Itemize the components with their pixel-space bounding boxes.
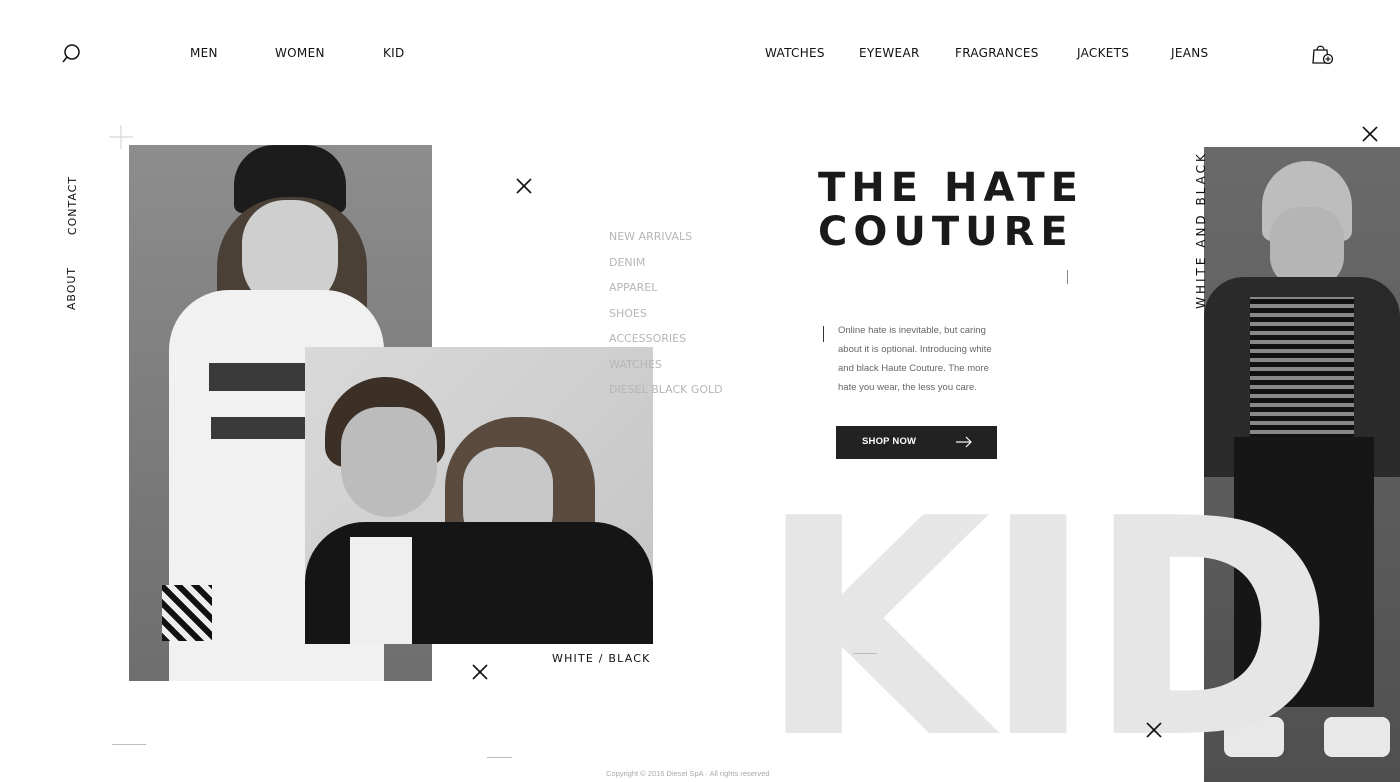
category-diesel-black-gold[interactable]: DIESEL BLACK GOLD — [609, 383, 723, 409]
category-shoes[interactable]: SHOES — [609, 307, 723, 333]
category-accessories[interactable]: ACCESSORIES — [609, 332, 723, 358]
copyright-text: Copyright © 2016 Diesel SpA · All rights… — [606, 769, 770, 778]
close-icon[interactable] — [516, 178, 532, 194]
close-icon[interactable] — [472, 664, 488, 680]
close-icon[interactable] — [1146, 722, 1162, 738]
category-apparel[interactable]: APPAREL — [609, 281, 723, 307]
category-list: NEW ARRIVALS DENIM APPAREL SHOES ACCESSO… — [609, 230, 723, 409]
divider — [853, 653, 877, 654]
nav-jackets[interactable]: JACKETS — [1077, 46, 1129, 60]
shop-now-label: SHOP NOW — [862, 436, 917, 447]
close-icon[interactable] — [1362, 126, 1378, 142]
nav-jeans[interactable]: JEANS — [1171, 46, 1208, 60]
sidebar-link-contact[interactable]: CONTACT — [66, 176, 79, 235]
hero-description: Online hate is inevitable, but caring ab… — [838, 325, 992, 393]
hero-title-line1: THE HATE — [818, 165, 1084, 211]
nav-watches[interactable]: WATCHES — [765, 46, 825, 60]
shopping-bag-icon[interactable] — [1310, 42, 1334, 66]
nav-kid[interactable]: KID — [383, 46, 405, 60]
arrow-right-icon — [956, 436, 972, 448]
category-watches[interactable]: WATCHES — [609, 358, 723, 384]
sidebar-link-about[interactable]: ABOUT — [65, 267, 78, 310]
divider — [1067, 270, 1068, 284]
side-title: WHITE AND BLACK — [1193, 151, 1208, 309]
search-icon[interactable] — [61, 43, 83, 65]
nav-fragrances[interactable]: FRAGRANCES — [955, 46, 1039, 60]
shop-now-button[interactable]: SHOP NOW — [836, 426, 997, 459]
hero-title-line2: COUTURE — [818, 209, 1074, 255]
divider — [487, 757, 512, 758]
divider — [112, 744, 146, 745]
big-kid-text: KID — [758, 455, 1335, 782]
nav-men[interactable]: MEN — [190, 46, 218, 60]
nav-eyewear[interactable]: EYEWEAR — [859, 46, 920, 60]
divider — [823, 326, 824, 342]
photo-two-kids — [305, 347, 653, 644]
nav-women[interactable]: WOMEN — [275, 46, 325, 60]
photo-caption: WHITE / BLACK — [552, 652, 651, 665]
category-new-arrivals[interactable]: NEW ARRIVALS — [609, 230, 723, 256]
hero-title: THE HATE COUTURE — [818, 166, 1084, 254]
category-denim[interactable]: DENIM — [609, 256, 723, 282]
